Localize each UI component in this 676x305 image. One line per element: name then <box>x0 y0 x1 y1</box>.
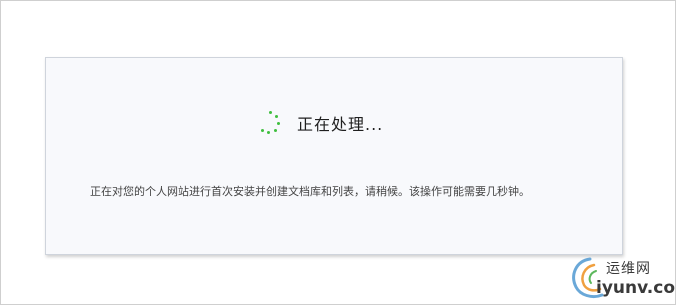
watermark-logo: 运维网 iyunv.com <box>568 255 676 301</box>
processing-dialog: 正在处理... 正在对您的个人网站进行首次安装并创建文档库和列表，请稍候。该操作… <box>45 57 623 255</box>
status-row: 正在处理... <box>259 111 383 135</box>
loading-spinner-icon <box>259 111 283 135</box>
watermark-title: 运维网 <box>606 261 651 277</box>
status-text: 正在处理... <box>297 115 384 134</box>
status-description: 正在对您的个人网站进行首次安装并创建文档库和列表，请稍候。该操作可能需要几秒钟。 <box>90 185 530 198</box>
watermark-url: iyunv.com <box>596 278 676 298</box>
